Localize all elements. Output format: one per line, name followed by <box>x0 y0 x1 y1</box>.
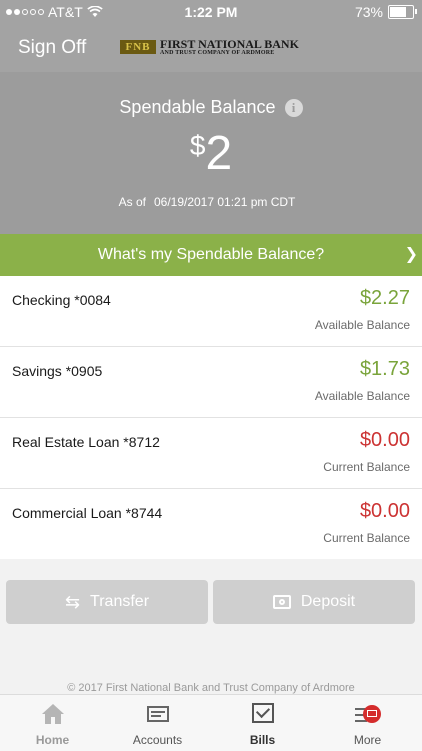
tab-bar: Home Accounts Bills More <box>0 694 422 751</box>
tab-home[interactable]: Home <box>0 695 105 751</box>
bills-icon <box>251 703 274 723</box>
account-balance: $0.00 <box>359 500 410 522</box>
account-name: Real Estate Loan *8712 <box>12 434 160 450</box>
home-icon <box>41 704 64 724</box>
account-balance: $0.00 <box>359 429 410 451</box>
spendable-balance-panel: Spendable Balance i $2 As of 06/19/2017 0… <box>0 72 422 234</box>
battery-fill <box>390 7 407 17</box>
balance-value: 2 <box>205 127 233 180</box>
spendable-balance-title: Spendable Balance i <box>0 97 422 118</box>
chevron-right-icon: ❯ <box>404 246 418 263</box>
status-bar: AT&T 1:22 PM 73% <box>0 0 422 24</box>
account-balance-type: Available Balance <box>314 318 410 332</box>
more-icon <box>354 705 381 725</box>
bank-logo-mark: FNB <box>120 40 156 54</box>
transfer-button[interactable]: ⇆ Transfer <box>6 580 208 624</box>
accounts-list: Checking *0084 $2.27 Available Balance S… <box>0 276 422 559</box>
camera-icon <box>272 595 291 609</box>
spendable-balance-amount: $2 <box>0 126 422 181</box>
account-balance: $2.27 <box>359 287 410 309</box>
account-name: Commercial Loan *8744 <box>12 505 163 521</box>
tab-accounts-label: Accounts <box>132 733 183 747</box>
currency-symbol: $ <box>189 130 206 161</box>
account-name: Checking *0084 <box>12 292 111 308</box>
as-of-date: 06/19/2017 01:21 pm CDT <box>153 195 296 209</box>
balance-timestamp: As of 06/19/2017 01:21 pm CDT <box>0 195 422 209</box>
tab-more[interactable]: More <box>315 695 420 751</box>
accounts-icon <box>146 706 169 722</box>
deposit-label: Deposit <box>300 593 356 610</box>
tab-bills-label: Bills <box>249 733 276 747</box>
copyright-text: © 2017 First National Bank and Trust Com… <box>67 682 355 694</box>
account-row[interactable]: Real Estate Loan *8712 $0.00 Current Bal… <box>0 418 422 489</box>
spendable-balance-label: Spendable Balance <box>119 97 276 117</box>
spendable-balance-help-link[interactable]: What's my Spendable Balance? ❯ <box>0 234 422 276</box>
battery-icon <box>388 5 417 19</box>
sign-off-button[interactable]: Sign Off <box>18 37 86 59</box>
status-right: 73% <box>354 4 417 20</box>
bank-logo: FNB FIRST NATIONAL BANK AND TRUST COMPAN… <box>120 38 299 56</box>
account-balance-type: Available Balance <box>314 389 410 403</box>
account-balance: $1.73 <box>359 358 410 380</box>
info-icon[interactable]: i <box>284 99 303 117</box>
account-name: Savings *0905 <box>12 363 103 379</box>
battery-percent: 73% <box>354 4 383 20</box>
as-of-label: As of <box>118 195 146 209</box>
transfer-arrows-icon: ⇆ <box>64 591 81 612</box>
app-header: Sign Off FNB FIRST NATIONAL BANK AND TRU… <box>0 24 422 72</box>
bank-logo-line1: FIRST NATIONAL BANK <box>160 37 299 51</box>
tab-accounts[interactable]: Accounts <box>105 695 210 751</box>
account-row[interactable]: Commercial Loan *8744 $0.00 Current Bala… <box>0 489 422 559</box>
account-balance-type: Current Balance <box>323 531 410 545</box>
bank-logo-text: FIRST NATIONAL BANK AND TRUST COMPANY OF… <box>160 38 299 56</box>
tab-more-label: More <box>353 733 382 747</box>
deposit-button[interactable]: Deposit <box>213 580 415 624</box>
help-link-label: What's my Spendable Balance? <box>97 246 325 263</box>
account-row[interactable]: Savings *0905 $1.73 Available Balance <box>0 347 422 418</box>
account-row[interactable]: Checking *0084 $2.27 Available Balance <box>0 276 422 347</box>
action-buttons: ⇆ Transfer Deposit <box>0 580 422 624</box>
tab-bills[interactable]: Bills <box>210 695 315 751</box>
account-balance-type: Current Balance <box>323 460 410 474</box>
transfer-label: Transfer <box>90 593 150 610</box>
tab-home-label: Home <box>35 733 70 747</box>
